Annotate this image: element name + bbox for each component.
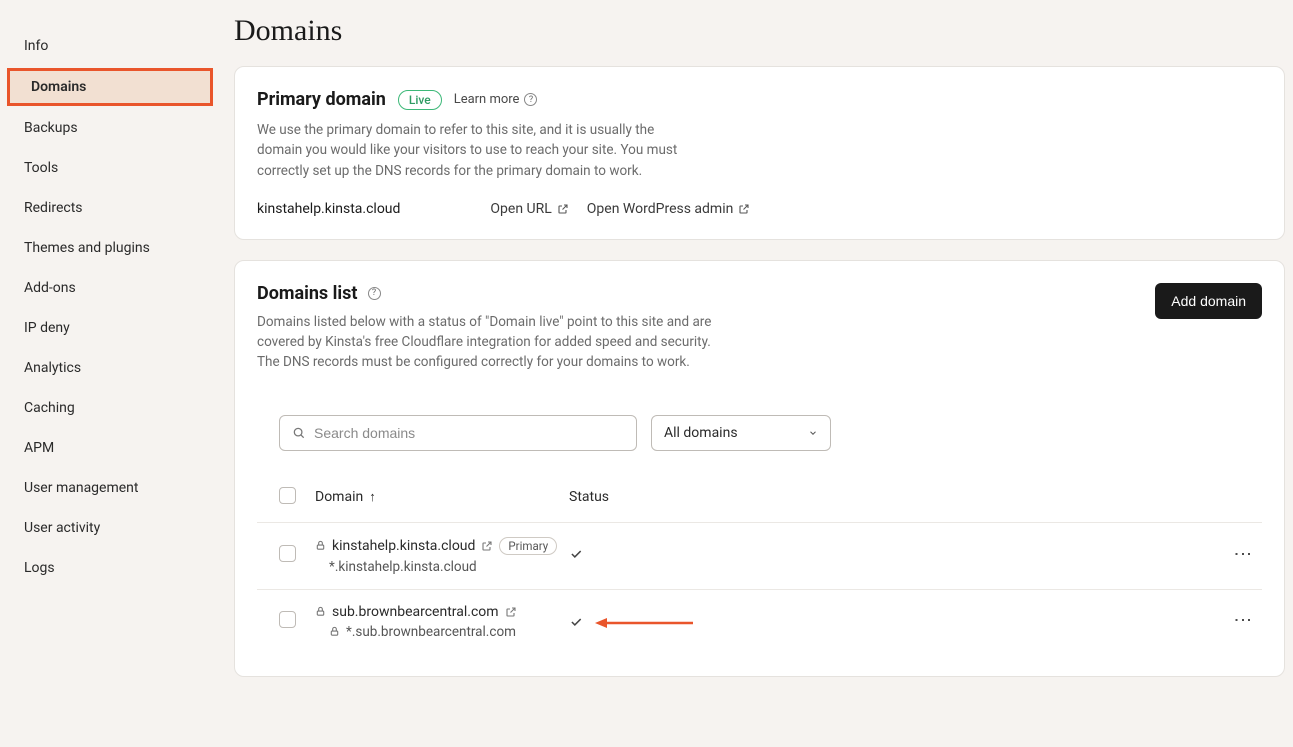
sidebar-item-user-activity[interactable]: User activity <box>0 510 220 546</box>
sidebar-item-user-management[interactable]: User management <box>0 470 220 506</box>
sidebar-item-themes-plugins[interactable]: Themes and plugins <box>0 230 220 266</box>
sidebar: Info Domains Backups Tools Redirects The… <box>0 0 220 747</box>
external-link-icon <box>557 203 569 215</box>
domains-table: Domain ↑ Status kinstahelp.kinsta.cloud <box>257 477 1262 654</box>
table-row: sub.brownbearcentral.com *.sub.brownbear… <box>257 590 1262 654</box>
open-wp-label: Open WordPress admin <box>587 201 734 217</box>
wildcard-domain: *.kinstahelp.kinsta.cloud <box>329 559 477 575</box>
row-actions-menu[interactable]: ⋮ <box>1233 545 1251 563</box>
sidebar-item-label: Info <box>24 38 48 54</box>
wildcard-domain: *.sub.brownbearcentral.com <box>346 624 516 640</box>
external-link-icon[interactable] <box>505 606 517 618</box>
page-title: Domains <box>234 14 1285 48</box>
sort-arrow-up-icon: ↑ <box>369 489 376 505</box>
column-domain[interactable]: Domain ↑ <box>315 489 569 505</box>
sidebar-item-logs[interactable]: Logs <box>0 550 220 586</box>
sidebar-item-label: User management <box>24 480 138 496</box>
primary-domain-value: kinstahelp.kinsta.cloud <box>257 201 400 217</box>
live-badge: Live <box>398 90 442 110</box>
search-domains-input[interactable] <box>314 425 624 441</box>
chevron-down-icon <box>808 428 818 438</box>
open-wp-admin-link[interactable]: Open WordPress admin <box>587 201 751 217</box>
sidebar-item-label: APM <box>24 440 54 456</box>
sidebar-item-label: User activity <box>24 520 100 536</box>
sidebar-item-tools[interactable]: Tools <box>0 150 220 186</box>
sidebar-item-apm[interactable]: APM <box>0 430 220 466</box>
sidebar-item-label: Logs <box>24 560 55 576</box>
search-icon <box>292 426 306 440</box>
sidebar-item-backups[interactable]: Backups <box>0 110 220 146</box>
sidebar-item-info[interactable]: Info <box>0 28 220 64</box>
sidebar-item-redirects[interactable]: Redirects <box>0 190 220 226</box>
help-icon[interactable]: ? <box>368 287 381 300</box>
open-url-label: Open URL <box>490 201 551 217</box>
row-checkbox[interactable] <box>279 611 296 628</box>
primary-domain-heading: Primary domain <box>257 89 386 110</box>
row-actions-menu[interactable]: ⋮ <box>1233 611 1251 629</box>
sidebar-item-addons[interactable]: Add-ons <box>0 270 220 306</box>
filter-selected-label: All domains <box>664 425 738 441</box>
add-domain-button[interactable]: Add domain <box>1155 283 1262 319</box>
sidebar-item-label: Tools <box>24 160 58 176</box>
learn-more-label: Learn more <box>454 92 520 107</box>
sidebar-item-ip-deny[interactable]: IP deny <box>0 310 220 346</box>
primary-badge: Primary <box>499 537 557 555</box>
search-domains-input-wrap[interactable] <box>279 415 637 451</box>
column-status-label: Status <box>569 489 609 505</box>
check-icon <box>569 615 583 629</box>
sidebar-item-label: Add-ons <box>24 280 76 296</box>
domains-list-heading: Domains list <box>257 283 358 304</box>
lock-icon <box>315 606 326 617</box>
table-header: Domain ↑ Status <box>257 477 1262 523</box>
lock-icon <box>315 540 326 551</box>
check-icon <box>569 547 583 561</box>
domain-name[interactable]: sub.brownbearcentral.com <box>332 604 499 620</box>
external-link-icon[interactable] <box>481 540 493 552</box>
learn-more-link[interactable]: Learn more ? <box>454 92 538 107</box>
primary-domain-description: We use the primary domain to refer to th… <box>257 120 687 181</box>
domains-list-description: Domains listed below with a status of "D… <box>257 312 727 373</box>
lock-icon <box>329 626 340 637</box>
primary-domain-card: Primary domain Live Learn more ? We use … <box>234 66 1285 240</box>
main-content: Domains Primary domain Live Learn more ?… <box>220 0 1293 747</box>
sidebar-item-analytics[interactable]: Analytics <box>0 350 220 386</box>
sidebar-item-domains[interactable]: Domains <box>7 68 213 106</box>
open-url-link[interactable]: Open URL <box>490 201 568 217</box>
row-checkbox[interactable] <box>279 545 296 562</box>
sidebar-item-label: IP deny <box>24 320 70 336</box>
domain-name[interactable]: kinstahelp.kinsta.cloud <box>332 538 475 554</box>
sidebar-item-label: Themes and plugins <box>24 240 150 256</box>
column-status[interactable]: Status <box>569 489 1222 505</box>
sidebar-item-caching[interactable]: Caching <box>0 390 220 426</box>
help-icon: ? <box>524 93 537 106</box>
domains-list-card: Domains list ? Domains listed below with… <box>234 260 1285 677</box>
sidebar-item-label: Caching <box>24 400 75 416</box>
column-domain-label: Domain <box>315 489 363 505</box>
table-row: kinstahelp.kinsta.cloud Primary *.kinsta… <box>257 523 1262 590</box>
filter-domains-select[interactable]: All domains <box>651 415 831 451</box>
annotation-arrow-icon <box>595 617 693 629</box>
select-all-checkbox[interactable] <box>279 487 296 504</box>
sidebar-item-label: Backups <box>24 120 78 136</box>
sidebar-item-label: Redirects <box>24 200 83 216</box>
sidebar-item-label: Domains <box>31 79 86 95</box>
sidebar-item-label: Analytics <box>24 360 81 376</box>
external-link-icon <box>738 203 750 215</box>
